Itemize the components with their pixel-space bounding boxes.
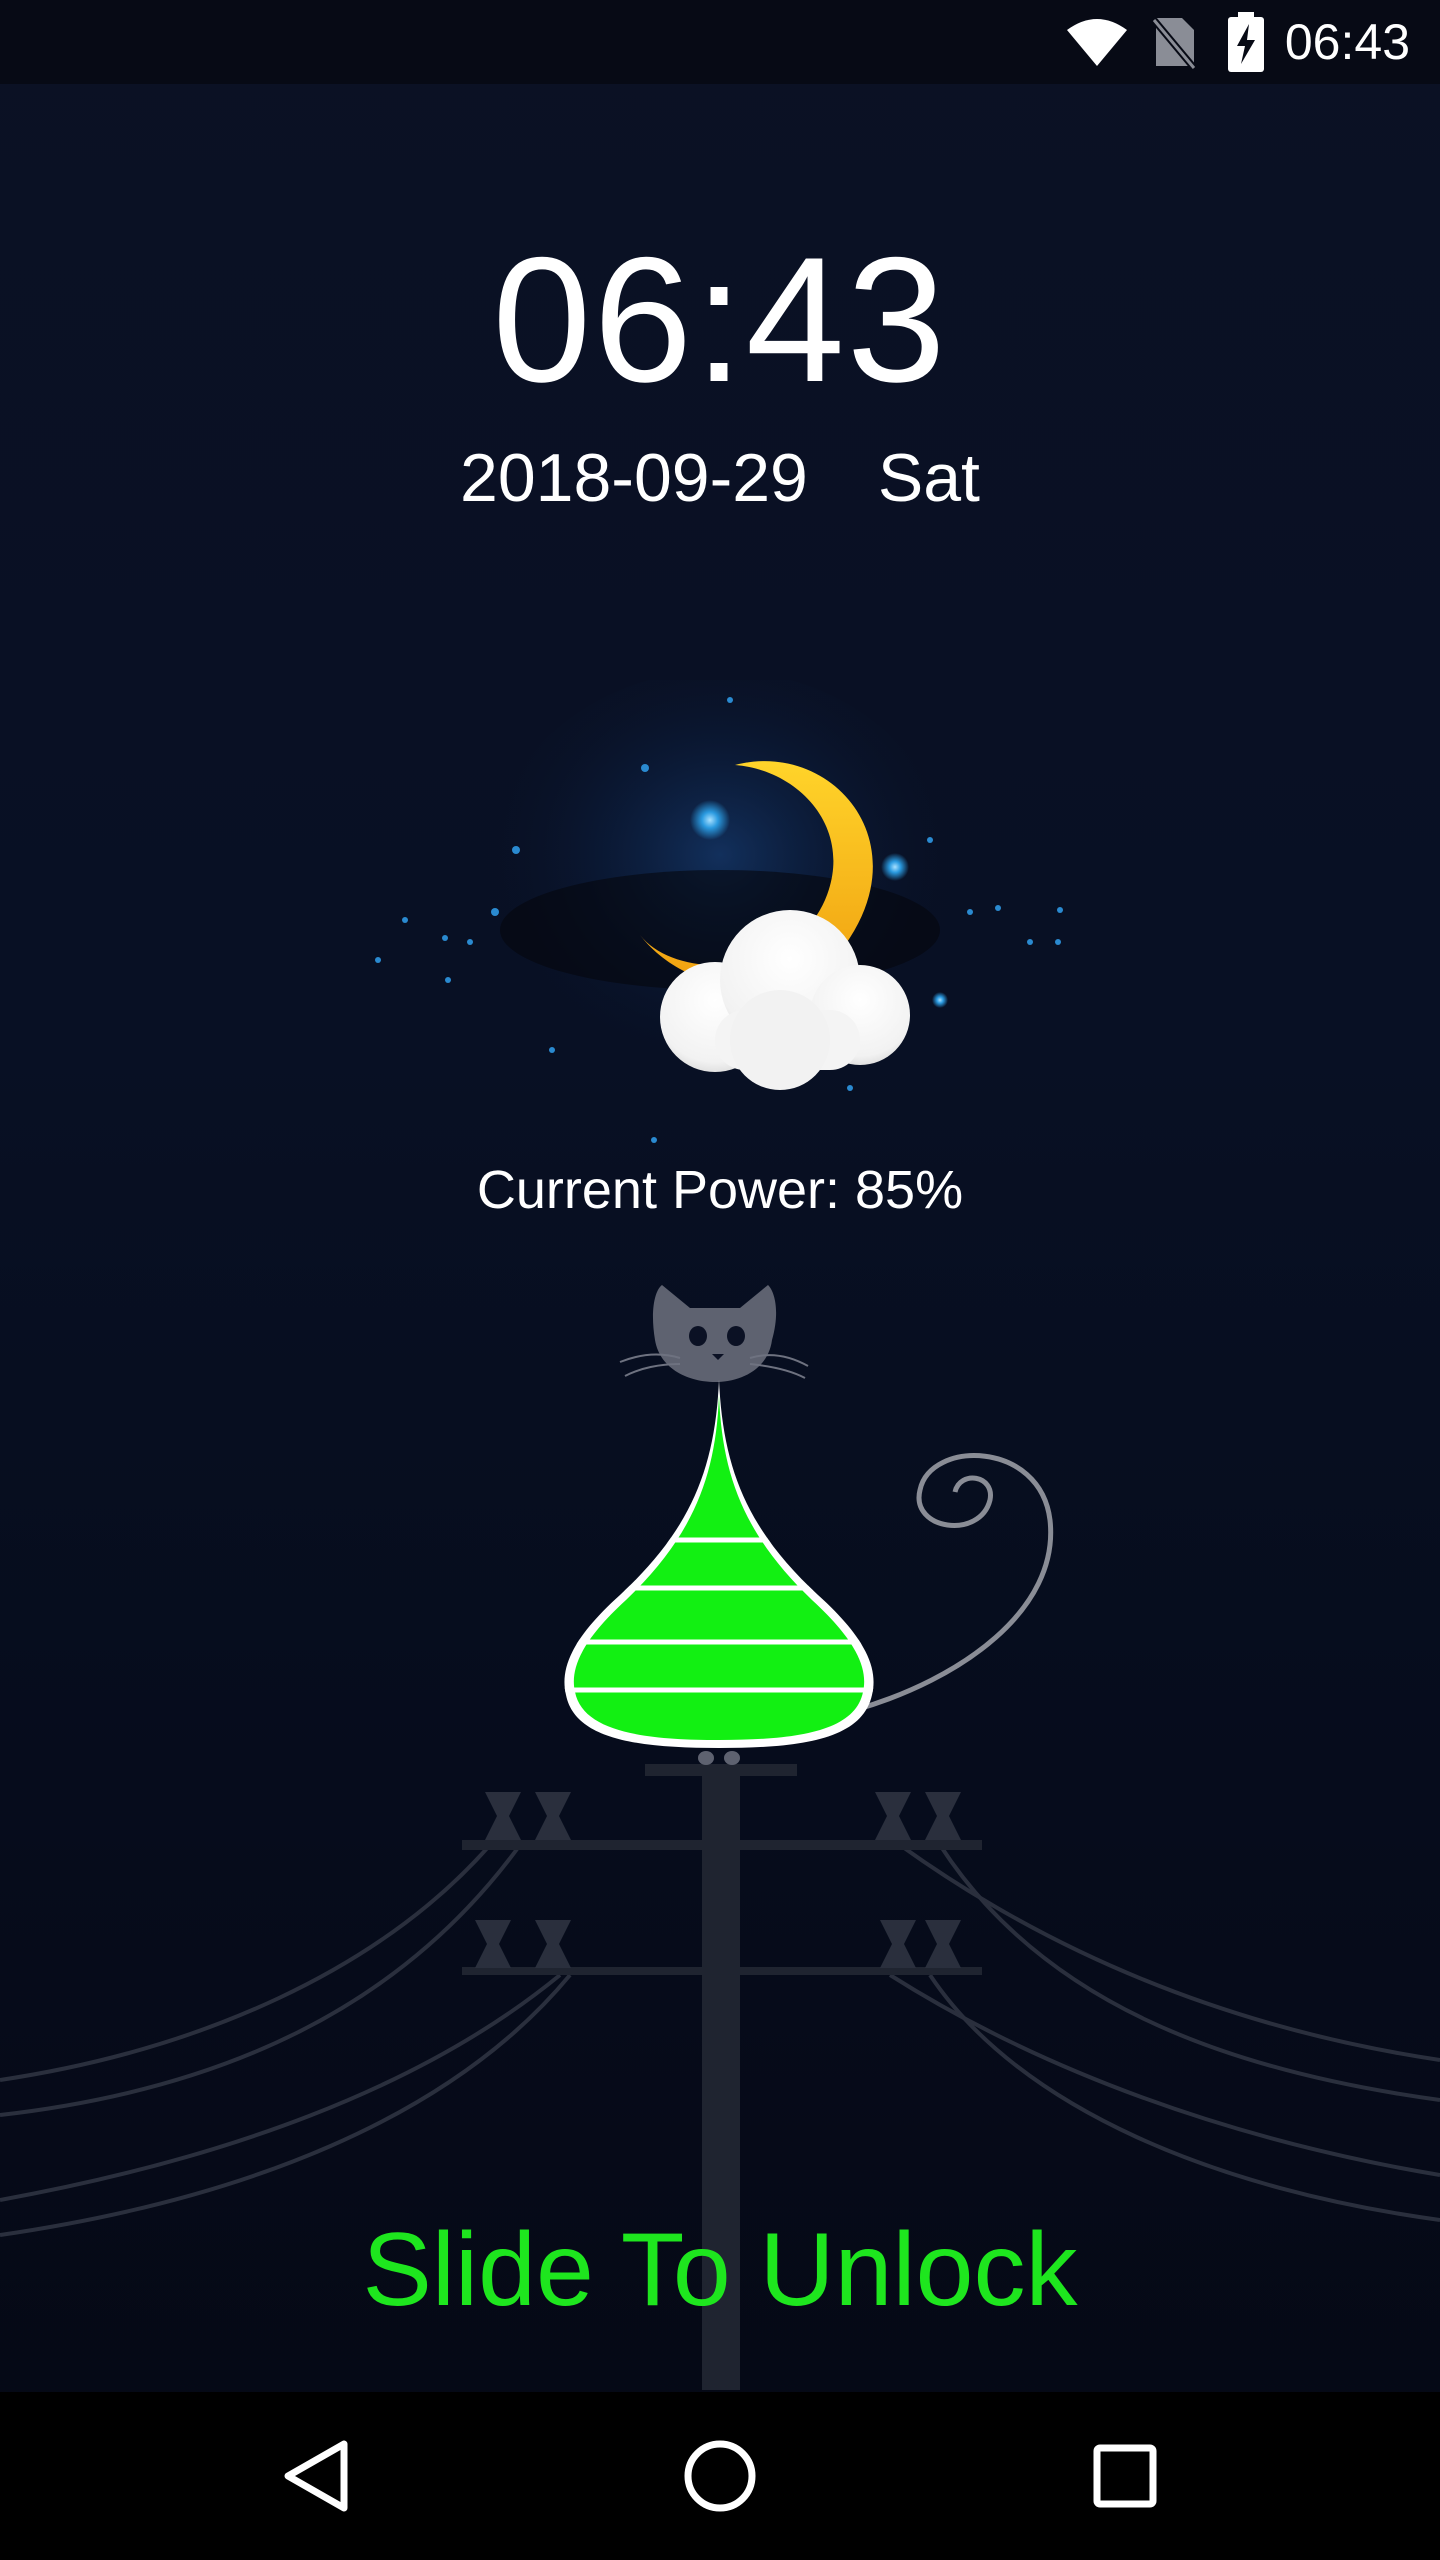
current-power-label: Current Power: 85% [476, 1160, 964, 1220]
back-icon[interactable] [266, 2426, 366, 2526]
moon-cloud-icon [375, 680, 1063, 1143]
slide-to-unlock[interactable]: Slide To Unlock [0, 2210, 1440, 2330]
lock-screen[interactable]: 06:43 06:43 2018-09-29 Sat Current Power… [0, 0, 1440, 2560]
battery-charging-icon [1228, 12, 1264, 72]
lockscreen-clock: 06:43 [492, 220, 948, 419]
status-bar-time: 06:43 [1284, 14, 1410, 70]
date-line: 2018-09-29 Sat [0, 433, 1440, 523]
navigation-bar [0, 2392, 1440, 2560]
status-bar: 06:43 [0, 0, 1440, 84]
no-sim-icon [1152, 17, 1196, 70]
weekday-text: Sat [877, 440, 980, 516]
wifi-icon [1067, 19, 1127, 66]
date-text: 2018-09-29 [460, 440, 808, 516]
home-icon[interactable] [670, 2426, 770, 2526]
recents-icon[interactable] [1075, 2426, 1175, 2526]
